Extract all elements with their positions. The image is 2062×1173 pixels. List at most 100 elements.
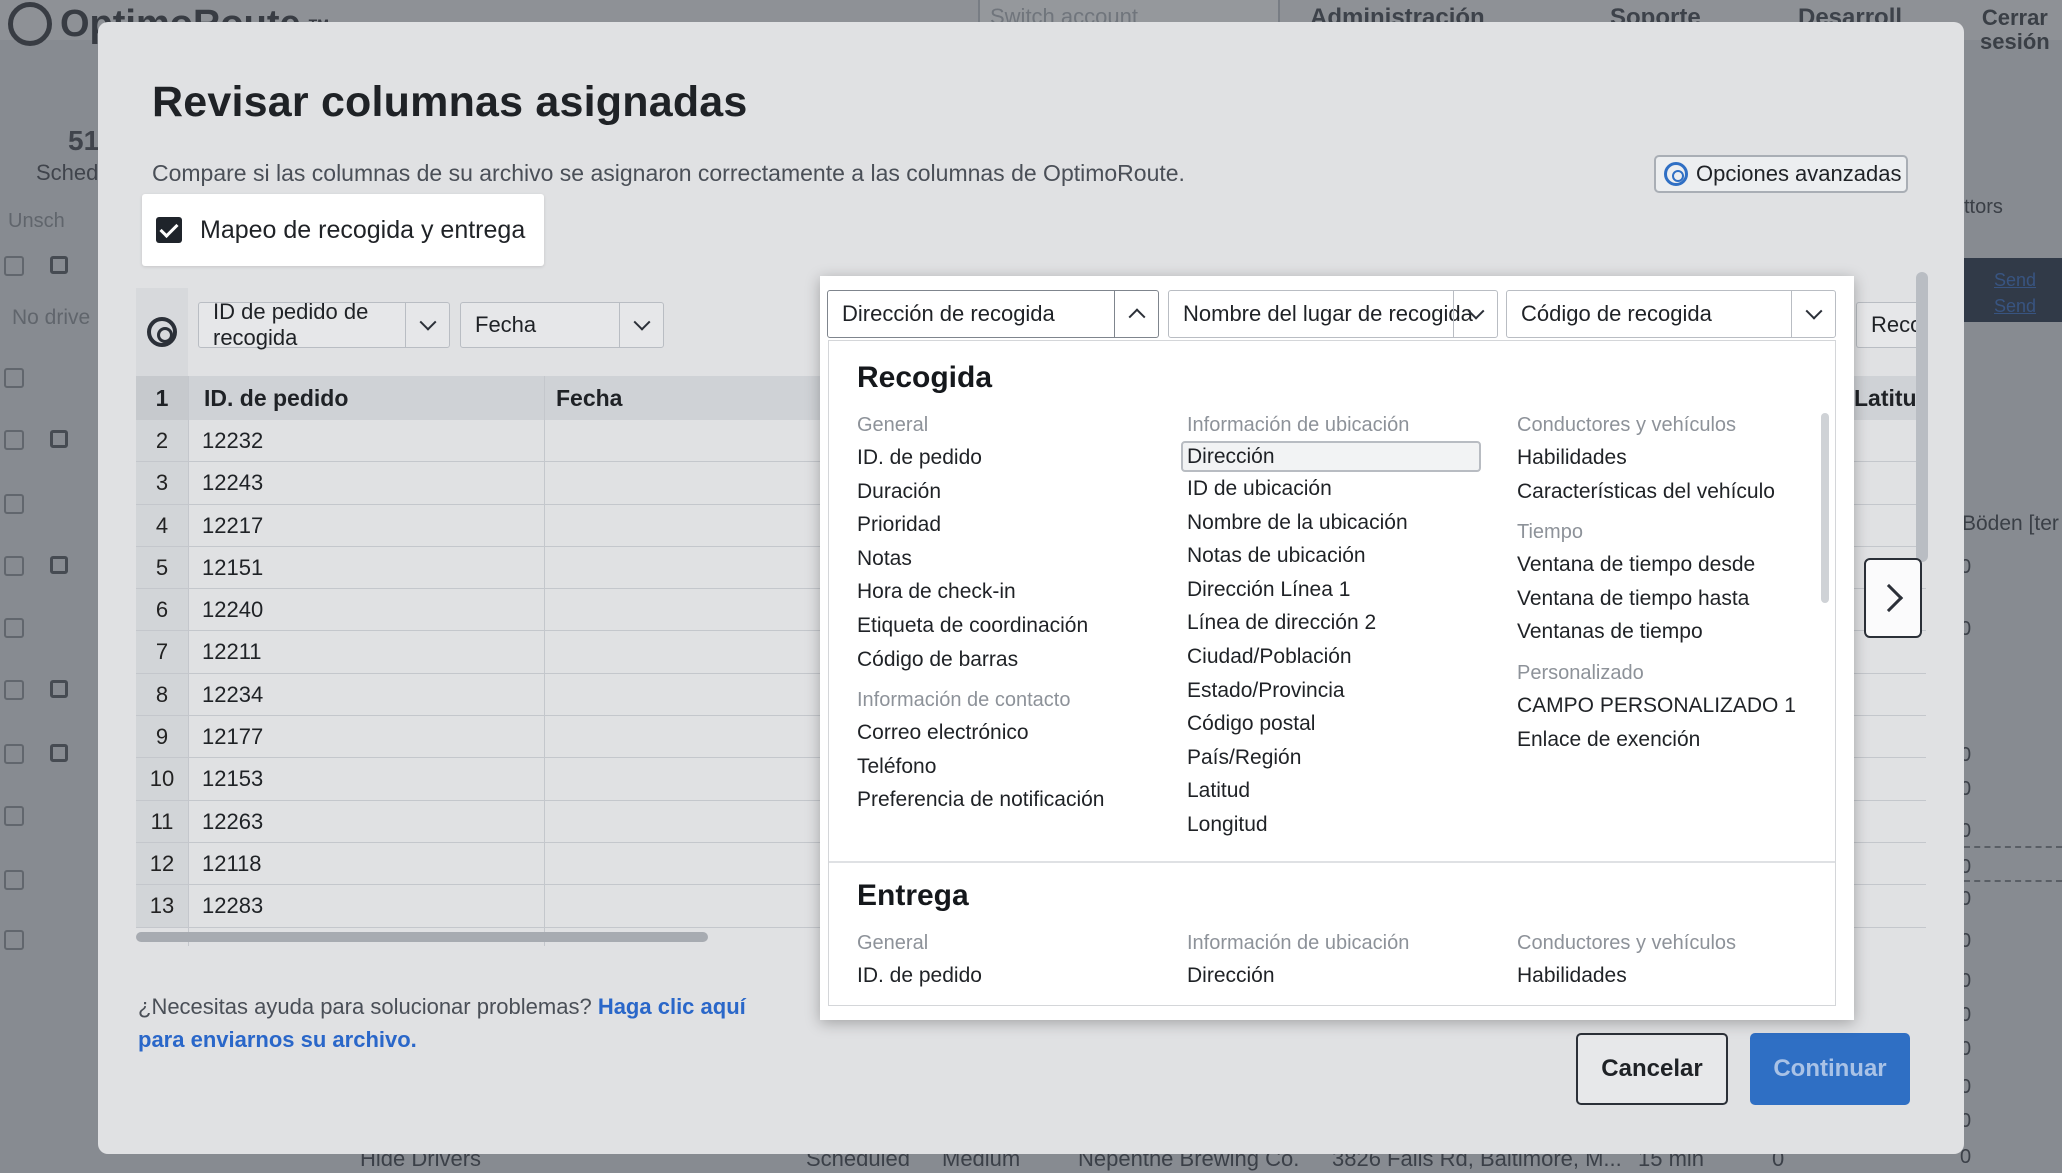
- delivery-column-general: General ID. de pedido: [857, 919, 1157, 993]
- option-item[interactable]: Habilidades: [1517, 959, 1817, 993]
- option-item[interactable]: Teléfono: [857, 750, 1157, 784]
- column-select-value: Fecha: [475, 312, 537, 337]
- option-item[interactable]: Ciudad/Población: [1187, 640, 1487, 674]
- row-number: 4: [136, 504, 188, 546]
- header-cell: ID. de pedido: [204, 385, 349, 411]
- category-label: Personalizado: [1517, 661, 1644, 684]
- row-value: 12211: [202, 639, 262, 665]
- option-item[interactable]: Preferencia de notificación: [857, 783, 1157, 817]
- row-value: 12217: [202, 512, 264, 538]
- option-item[interactable]: Correo electrónico: [857, 716, 1157, 750]
- option-item[interactable]: País/Región: [1187, 741, 1487, 775]
- category-label: Información de contacto: [857, 689, 1071, 712]
- option-item[interactable]: ID. de pedido: [857, 959, 1157, 993]
- active-column-panel: Dirección de recogida Nombre del lugar d…: [820, 276, 1854, 1020]
- row-number: 10: [136, 758, 188, 800]
- column-divider: [544, 376, 545, 946]
- table-settings-cell[interactable]: [136, 288, 188, 376]
- option-item[interactable]: Habilidades: [1517, 441, 1817, 475]
- option-item[interactable]: Ventana de tiempo hasta: [1517, 582, 1817, 616]
- option-item[interactable]: Nombre de la ubicación: [1187, 506, 1487, 540]
- options-column-drivers: Conductores y vehículos Habilidades Cara…: [1517, 401, 1817, 756]
- category-label: Información de ubicación: [1187, 932, 1410, 954]
- category-label: Tiempo: [1517, 521, 1583, 544]
- column-select-value: Dirección de recogida: [842, 301, 1055, 326]
- option-item[interactable]: Ventanas de tiempo: [1517, 615, 1817, 649]
- category-label: General: [857, 414, 929, 436]
- option-item[interactable]: Estado/Provincia: [1187, 674, 1487, 708]
- gear-icon: [1664, 162, 1688, 186]
- pickup-code-select[interactable]: Código de recogida: [1506, 290, 1836, 338]
- option-item[interactable]: CAMPO PERSONALIZADO 1: [1517, 689, 1817, 723]
- row-number: 5: [136, 546, 188, 589]
- option-item-selected[interactable]: Dirección: [1181, 441, 1481, 472]
- row-value: 12232: [202, 428, 264, 453]
- chevron-down-icon[interactable]: [619, 303, 663, 347]
- option-item[interactable]: Dirección Línea 1: [1187, 573, 1487, 607]
- option-item[interactable]: Dirección: [1187, 959, 1487, 993]
- pickup-place-name-select[interactable]: Nombre del lugar de recogida: [1168, 290, 1498, 338]
- advanced-options-button[interactable]: Opciones avanzadas: [1654, 155, 1908, 193]
- group-title-recogida: Recogida: [857, 361, 993, 394]
- delivery-column-drivers: Conductores y vehículos Habilidades: [1517, 919, 1817, 993]
- chevron-up-icon[interactable]: [1114, 291, 1158, 337]
- horizontal-scrollbar[interactable]: [136, 932, 708, 942]
- column-select-1[interactable]: ID de pedido de recogida: [198, 299, 450, 350]
- help-question: ¿Necesitas ayuda para solucionar problem…: [138, 994, 592, 1019]
- chevron-down-icon[interactable]: [1791, 291, 1835, 337]
- checkbox-checked-icon[interactable]: [156, 217, 182, 243]
- option-item[interactable]: Ventana de tiempo desde: [1517, 548, 1817, 582]
- row-value: 12153: [202, 766, 264, 792]
- header-row-number: 1: [136, 376, 188, 420]
- category-label: Información de ubicación: [1187, 414, 1410, 436]
- option-item[interactable]: Prioridad: [857, 508, 1157, 542]
- option-item[interactable]: Duración: [857, 475, 1157, 509]
- row-value: 12263: [202, 808, 264, 834]
- option-item[interactable]: Hora de check-in: [857, 575, 1157, 609]
- row-number: 8: [136, 673, 188, 716]
- column-select-value: Código de recogida: [1521, 301, 1712, 326]
- row-number: 7: [136, 631, 188, 673]
- pickup-delivery-mapping-checkbox[interactable]: Mapeo de recogida y entrega: [142, 194, 544, 266]
- option-item[interactable]: Notas: [857, 542, 1157, 576]
- column-options-dropdown: Recogida General ID. de pedido Duración …: [828, 340, 1836, 1006]
- option-item[interactable]: Etiqueta de coordinación: [857, 609, 1157, 643]
- help-text: ¿Necesitas ayuda para solucionar problem…: [138, 990, 798, 1056]
- option-item[interactable]: Código postal: [1187, 707, 1487, 741]
- column-divider: [188, 376, 189, 946]
- advanced-options-label: Opciones avanzadas: [1696, 161, 1902, 186]
- cancel-button[interactable]: Cancelar: [1576, 1033, 1728, 1105]
- category-label: Conductores y vehículos: [1517, 414, 1737, 436]
- column-select-2[interactable]: Fecha: [460, 302, 664, 348]
- header-cell: Fecha: [556, 385, 623, 411]
- option-item[interactable]: ID. de pedido: [857, 441, 1157, 475]
- category-label: Conductores y vehículos: [1517, 932, 1737, 954]
- modal-subtitle: Compare si las columnas de su archivo se…: [152, 160, 1185, 186]
- option-item[interactable]: Enlace de exención: [1517, 723, 1817, 757]
- row-number: 2: [136, 420, 188, 462]
- option-item[interactable]: Línea de dirección 2: [1187, 606, 1487, 640]
- pickup-address-select[interactable]: Dirección de recogida: [827, 290, 1159, 338]
- category-label: General: [857, 932, 929, 954]
- dropdown-scrollbar[interactable]: [1821, 413, 1829, 603]
- row-value: 12240: [202, 597, 264, 623]
- settings-gear-icon: [147, 317, 177, 347]
- row-number: 12: [136, 842, 188, 885]
- option-item[interactable]: ID de ubicación: [1187, 472, 1487, 506]
- row-value: 12177: [202, 724, 264, 750]
- row-value: 12243: [202, 470, 264, 496]
- row-value: 12234: [202, 681, 264, 707]
- chevron-down-icon[interactable]: [405, 303, 449, 347]
- option-item[interactable]: Código de barras: [857, 643, 1157, 677]
- option-item[interactable]: Características del vehículo: [1517, 475, 1817, 509]
- option-item[interactable]: Latitud: [1187, 774, 1487, 808]
- next-columns-button[interactable]: [1864, 558, 1922, 638]
- option-item[interactable]: Notas de ubicación: [1187, 539, 1487, 573]
- vertical-scrollbar[interactable]: [1916, 272, 1928, 562]
- options-column-general: General ID. de pedido Duración Prioridad…: [857, 401, 1157, 817]
- continue-button[interactable]: Continuar: [1750, 1033, 1910, 1105]
- option-item[interactable]: Longitud: [1187, 808, 1487, 842]
- row-number: 11: [136, 800, 188, 842]
- chevron-down-icon[interactable]: [1453, 291, 1497, 337]
- modal-title: Revisar columnas asignadas: [152, 78, 748, 126]
